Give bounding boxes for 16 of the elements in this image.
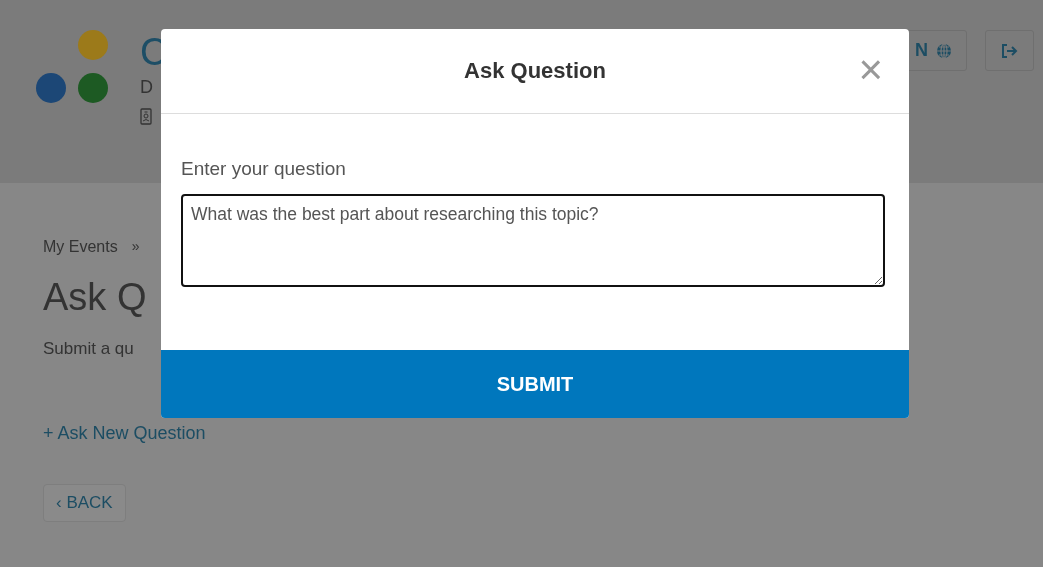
logout-icon xyxy=(1000,42,1019,59)
page-description: Submit a qu xyxy=(43,339,135,359)
submit-button[interactable]: SUBMIT xyxy=(161,350,909,418)
site-subtitle: D xyxy=(140,76,154,98)
back-button[interactable]: ‹ BACK xyxy=(43,484,126,522)
breadcrumb-separator: » xyxy=(131,238,140,256)
modal-title: Ask Question xyxy=(464,58,606,84)
badge-icon xyxy=(140,108,152,125)
question-label: Enter your question xyxy=(181,158,347,180)
breadcrumb-link[interactable]: My Events xyxy=(43,238,118,256)
logout-button[interactable] xyxy=(985,30,1034,71)
ask-new-question-link[interactable]: + Ask New Question xyxy=(43,423,1043,444)
globe-icon xyxy=(936,42,952,59)
question-field[interactable]: What was the best part about researching this topic? xyxy=(181,194,885,287)
close-button[interactable]: × xyxy=(858,53,883,87)
page-title: Ask Q xyxy=(43,276,148,319)
